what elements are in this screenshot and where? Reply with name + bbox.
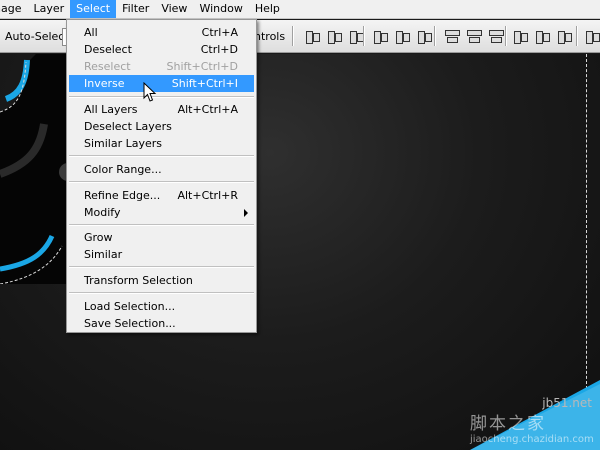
menu-item-refine-edge[interactable]: Refine Edge... Alt+Ctrl+R [69,187,254,204]
menu-item-deselect-layers[interactable]: Deselect Layers [69,118,254,135]
menu-item-shortcut: Alt+Ctrl+A [177,103,238,116]
menu-item-grow[interactable]: Grow [69,229,254,246]
align-group-2 [372,28,433,45]
menu-item-label: Deselect [84,43,132,56]
menu-item-label: Reselect [84,60,131,73]
auto-align-group [584,28,600,45]
toolbar-separator [434,26,436,46]
menu-item-label: Save Selection... [84,317,176,330]
distribute-group-1 [444,28,505,45]
menu-divider [69,96,254,98]
transform-controls-label[interactable]: ntrols [254,30,285,43]
distribute-icon[interactable] [488,28,505,45]
menu-item-inverse[interactable]: Inverse Shift+Ctrl+I [69,75,254,92]
menu-divider [69,292,254,294]
align-icon[interactable] [416,28,433,45]
menu-item-label: Color Range... [84,163,162,176]
menu-divider [69,155,254,157]
select-menu-dropdown: All Ctrl+A Deselect Ctrl+D Reselect Shif… [66,19,257,333]
menu-item-shortcut: Shift+Ctrl+D [166,60,238,73]
menu-item-label: Inverse [84,77,125,90]
menu-item-similar[interactable]: Similar [69,246,254,263]
menu-item-label: Similar Layers [84,137,163,150]
distribute-group-2 [512,28,573,45]
distribute-icon[interactable] [534,28,551,45]
distribute-icon[interactable] [556,28,573,45]
menu-item-label: Grow [84,231,113,244]
menu-item-label: All [84,26,98,39]
distribute-icon[interactable] [512,28,529,45]
menu-divider [69,224,254,226]
menu-item-color-range[interactable]: Color Range... [69,161,254,178]
menu-item-load-selection[interactable]: Load Selection... [69,298,254,315]
menu-item-deselect[interactable]: Deselect Ctrl+D [69,41,254,58]
watermark-text: 脚本之家 [470,414,546,434]
align-icon[interactable] [394,28,411,45]
menu-select[interactable]: Select [70,0,117,18]
toolbar-separator [505,26,507,46]
distribute-icon[interactable] [466,28,483,45]
menu-item-reselect: Reselect Shift+Ctrl+D [69,58,254,75]
menu-item-shortcut: Alt+Ctrl+R [177,189,238,202]
menu-item-save-selection[interactable]: Save Selection... [69,315,254,332]
mouse-pointer-icon [143,82,157,102]
align-icon[interactable] [372,28,389,45]
menu-image[interactable]: nage [0,0,27,18]
menu-item-label: Refine Edge... [84,189,161,202]
menu-item-similar-layers[interactable]: Similar Layers [69,135,254,152]
align-icon[interactable] [304,28,321,45]
watermark-url: jiaocheng.chazidian.com [470,434,594,445]
menu-item-label: Deselect Layers [84,120,172,133]
watermark-logo: jb51.net [542,396,592,410]
menu-item-label: Modify [84,206,121,219]
menu-item-label: Load Selection... [84,300,176,313]
menu-filter[interactable]: Filter [116,0,155,18]
auto-align-icon[interactable] [584,28,600,45]
align-icon[interactable] [326,28,343,45]
menu-item-label: Transform Selection [84,274,193,287]
menu-bar: nage Layer Select Filter View Window Hel… [0,0,600,19]
menu-item-shortcut: Shift+Ctrl+I [171,77,238,90]
menu-item-all-layers[interactable]: All Layers Alt+Ctrl+A [69,101,254,118]
menu-view[interactable]: View [155,0,193,18]
menu-item-all[interactable]: All Ctrl+A [69,24,254,41]
menu-divider [69,266,254,268]
menu-help[interactable]: Help [249,0,286,18]
toolbar-separator [363,26,365,46]
menu-item-shortcut: Ctrl+A [201,26,238,39]
menu-divider [69,181,254,183]
distribute-icon[interactable] [444,28,461,45]
menu-item-label: All Layers [84,103,138,116]
menu-window[interactable]: Window [193,0,248,18]
menu-item-label: Similar [84,248,123,261]
toolbar-separator [576,26,578,46]
toolbar-separator [292,26,294,46]
menu-layer[interactable]: Layer [27,0,70,18]
align-group-1 [304,28,365,45]
menu-item-transform-selection[interactable]: Transform Selection [69,272,254,289]
menu-item-modify[interactable]: Modify [69,204,254,221]
menu-item-shortcut: Ctrl+D [200,43,238,56]
submenu-arrow-icon [244,209,248,217]
